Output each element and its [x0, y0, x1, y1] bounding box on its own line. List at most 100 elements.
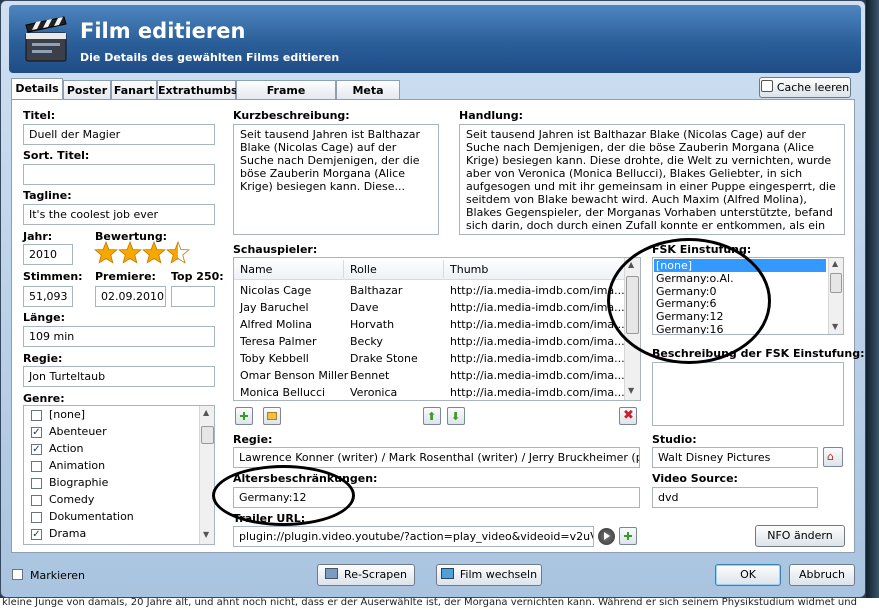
dialog-subtitle: Die Details des gewählten Films editiere…	[80, 51, 340, 64]
background-text: kleine Junge von damals, 20 Jahre alt, u…	[2, 598, 857, 608]
tab-fanart[interactable]: Fanart	[111, 80, 157, 100]
fsk-scrollbar[interactable]: ▲ ▼	[828, 258, 843, 334]
table-row[interactable]: Alfred Molina Horvath http://ia.media-imdb…	[234, 318, 625, 335]
abbruch-button[interactable]: Abbruch	[789, 564, 855, 586]
top250-label: Top 250:	[171, 270, 224, 283]
genre-checkbox[interactable]	[31, 410, 42, 421]
tagline-input[interactable]: It's the coolest job ever	[23, 204, 215, 225]
genre-checkbox[interactable]	[31, 495, 42, 506]
dialog-title: Film editieren	[80, 19, 246, 43]
genre-scroll-thumb[interactable]	[201, 426, 214, 444]
tab-frame-extraktion[interactable]: Frame Extraktion	[236, 80, 336, 116]
schauspieler-table[interactable]: Name Rolle Thumb Nicolas Cage Balthazar ht…	[233, 257, 641, 401]
genre-checkbox[interactable]	[31, 512, 42, 523]
genre-item-label: Abenteuer	[49, 425, 107, 438]
background-window-strip: kleine Junge von damals, 20 Jahre alt, u…	[0, 598, 879, 610]
genre-label: Genre:	[23, 392, 65, 405]
add-actor-button[interactable]	[235, 407, 253, 425]
jahr-input[interactable]: 2010	[23, 244, 73, 265]
actor-role-cell: Becky	[350, 335, 383, 348]
top250-input[interactable]	[171, 286, 215, 307]
fsk-beschreibung-textarea[interactable]	[652, 362, 844, 426]
table-row[interactable]: Nicolas Cage Balthazar http://ia.media-imd…	[234, 284, 625, 301]
column-header-thumb[interactable]: Thumb	[450, 263, 488, 276]
star-icon[interactable]	[118, 241, 142, 264]
genre-item-label: Dokumentation	[49, 510, 134, 523]
actor-thumb-cell: http://ia.media-imdb.com/ima...	[450, 284, 625, 297]
actor-thumb-cell: http://ia.media-imdb.com/ima...	[450, 352, 625, 365]
genre-item-label: Animation	[49, 459, 106, 472]
add-trailer-button[interactable]	[619, 527, 637, 545]
film-switch-icon	[440, 568, 454, 579]
table-row[interactable]: Toby Kebbell Drake Stone http://ia.media-i…	[234, 352, 625, 369]
genre-list[interactable]: [none] ✓ Abenteuer ✓ Action Animation Biograph…	[23, 405, 215, 545]
sort-titel-label: Sort. Titel:	[23, 149, 90, 162]
table-row[interactable]: Jay Baruchel Dave http://ia.media-imdb.com…	[234, 301, 625, 318]
sort-titel-input[interactable]	[23, 164, 215, 185]
move-down-button[interactable]: ⬇	[447, 407, 465, 425]
genre-scrollbar[interactable]: ▲ ▼	[199, 406, 214, 544]
star-icon[interactable]	[166, 241, 190, 264]
film-wechseln-button[interactable]: Film wechseln	[436, 564, 542, 586]
scroll-up-icon[interactable]: ▲	[203, 408, 209, 417]
tab-meta-data[interactable]: Meta Data	[336, 80, 400, 116]
studio-input[interactable]: Walt Disney Pictures	[652, 447, 818, 468]
genre-checkbox[interactable]: ✓	[31, 529, 42, 540]
tab-poster[interactable]: Poster	[63, 80, 111, 100]
titel-input[interactable]: Duell der Magier	[23, 124, 215, 145]
tab-details[interactable]: Details	[11, 78, 63, 101]
kurzbeschreibung-textarea[interactable]: Seit tausend Jahren ist Balthazar Blake …	[233, 124, 439, 235]
table-row[interactable]: Omar Benson Miller Bennet http://ia.media-…	[234, 369, 625, 386]
actor-role-cell: Dave	[350, 301, 379, 314]
edit-actor-button[interactable]	[263, 407, 281, 425]
scroll-down-icon[interactable]: ▼	[628, 386, 634, 395]
actor-role-cell: Horvath	[350, 318, 395, 331]
dialog-header: Film editieren Die Details des gewählten…	[9, 5, 861, 73]
rescrapen-label: Re-Scrapen	[344, 568, 407, 581]
laenge-label: Länge:	[23, 311, 65, 324]
actor-thumb-cell: http://ia.media-imdb.com/ima...	[450, 318, 625, 331]
edit-icon	[267, 412, 277, 420]
column-header-name[interactable]: Name	[240, 263, 272, 276]
stimmen-label: Stimmen:	[23, 270, 83, 283]
scroll-up-icon[interactable]: ▲	[832, 259, 838, 268]
star-icon[interactable]	[142, 241, 166, 264]
handlung-textarea[interactable]: Seit tausend Jahren ist Balthazar Blake …	[459, 124, 845, 235]
laenge-input[interactable]: 109 min	[23, 326, 215, 347]
scroll-down-icon[interactable]: ▼	[203, 530, 209, 539]
fsk-scroll-thumb[interactable]	[830, 273, 842, 293]
desktop-edge	[866, 0, 879, 598]
premiere-input[interactable]: 02.09.2010	[95, 286, 166, 307]
regie-input-left[interactable]: Jon Turteltaub	[23, 366, 215, 387]
rescrapen-button[interactable]: Re-Scrapen	[317, 564, 415, 586]
regie-label-wide: Regie:	[233, 433, 273, 446]
trailer-url-input[interactable]: plugin://plugin.video.youtube/?action=pl…	[233, 526, 594, 547]
table-row[interactable]: Teresa Palmer Becky http://ia.media-imdb.c…	[234, 335, 625, 352]
rating-stars[interactable]	[94, 241, 194, 265]
genre-checkbox[interactable]	[31, 461, 42, 472]
genre-checkbox[interactable]	[31, 478, 42, 489]
genre-checkbox[interactable]: ✓	[31, 444, 42, 455]
column-header-rolle[interactable]: Rolle	[350, 263, 377, 276]
scroll-down-icon[interactable]: ▼	[832, 322, 838, 331]
cache-leeren-button[interactable]: Cache leeren	[759, 77, 851, 98]
markieren-checkbox[interactable]	[12, 569, 23, 580]
tab-extrathumbs[interactable]: Extrathumbs	[157, 80, 238, 100]
actor-name-cell: Omar Benson Miller	[240, 369, 349, 382]
nfo-aendern-button[interactable]: NFO ändern	[755, 525, 845, 547]
premiere-label: Premiere:	[95, 270, 156, 283]
genre-checkbox[interactable]: ✓	[31, 427, 42, 438]
move-up-button[interactable]: ⬆	[423, 407, 441, 425]
video-source-input[interactable]: dvd	[652, 487, 818, 508]
home-icon: ⌂	[827, 450, 834, 463]
delete-actor-button[interactable]: ✖	[619, 407, 637, 425]
table-row[interactable]: Monica Bellucci Veronica http://ia.media-i…	[234, 386, 625, 400]
genre-item-label: Action	[49, 442, 84, 455]
studio-lookup-button[interactable]: ⌂	[823, 447, 843, 467]
stimmen-input[interactable]: 51,093	[23, 286, 73, 307]
play-trailer-button[interactable]	[598, 528, 615, 545]
star-icon[interactable]	[94, 241, 118, 264]
actor-role-cell: Veronica	[350, 386, 398, 399]
ok-button[interactable]: OK	[715, 564, 781, 586]
delete-x-icon: ✖	[623, 408, 634, 423]
